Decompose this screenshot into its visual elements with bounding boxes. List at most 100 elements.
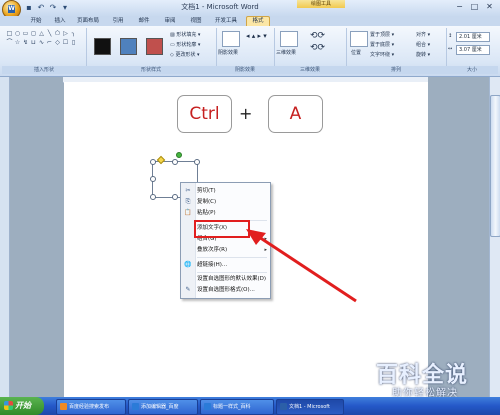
group-shadow-effects: 阴影效果 ◂ ▴ ▸ ▾ 阴影效果 [216, 28, 275, 74]
style-swatch-blue[interactable] [120, 38, 137, 55]
group-shape-styles: ▨ 形状填充 ▾ ▭ 形状轮廓 ▾ ◇ 更改形状 ▾ 形状样式 [86, 28, 217, 74]
group-button[interactable]: 组合 ▾ [416, 41, 430, 48]
tab-view[interactable]: 视图 [186, 17, 206, 26]
position-button[interactable]: 位置 [351, 49, 361, 56]
taskbar-item[interactable]: 标题一样式_百科 [200, 399, 274, 415]
menu-item-cut[interactable]: ✂ 剪切(T) [181, 186, 270, 196]
send-to-back-button[interactable]: 置于底层 ▾ [370, 41, 394, 48]
annotation-arrow-head [246, 229, 266, 245]
shape-option-icon[interactable]: ⬠ [54, 31, 61, 37]
window-title: 文档1 - Microsoft Word [181, 3, 259, 11]
plus-sign: + [239, 104, 253, 123]
taskbar-item[interactable]: 百度经验搜索发布 [56, 399, 126, 415]
shadow-effects-button[interactable]: 阴影效果 [218, 49, 238, 56]
shape-option-icon[interactable]: ⊔ [30, 40, 37, 46]
resize-handle-icon[interactable] [194, 159, 200, 165]
group-size: ↕ 2.01 厘米 ↔ 3.07 厘米 大小 [446, 28, 498, 74]
paste-icon: 📋 [184, 209, 192, 216]
maximize-button[interactable]: □ [467, 1, 482, 12]
quick-access-dropdown-icon[interactable]: ▾ [60, 3, 70, 13]
undo-icon[interactable]: ↶ [36, 3, 46, 13]
group-insert-shapes: □ ○ ▭ ◻ △ ╲ ⬠ ▷ ╮ ⌒ ☆ ↯ ⊔ ∿ ⌐ ◇ ☐ ▯ 插入形状 [2, 28, 87, 74]
shape-option-icon[interactable]: ☐ [62, 40, 69, 46]
shadow-effects-icon[interactable] [222, 31, 240, 47]
group-label: 三维效果 [274, 66, 346, 74]
width-input[interactable]: 3.07 厘米 [456, 45, 490, 55]
rotation-handle-icon[interactable] [176, 152, 182, 158]
shape-option-icon[interactable]: ▯ [70, 40, 77, 46]
shape-option-icon[interactable]: ↯ [22, 40, 29, 46]
group-arrange: 位置 置于顶层 ▾ 置于底层 ▾ 文字环绕 ▾ 对齐 ▾ 组合 ▾ 旋转 ▾ 排… [346, 28, 447, 74]
position-icon[interactable] [350, 31, 368, 47]
tab-format[interactable]: 格式 [246, 16, 270, 26]
shape-outline-button[interactable]: ▭ 形状轮廓 ▾ [170, 41, 200, 48]
tab-review[interactable]: 审阅 [160, 17, 180, 26]
shape-option-icon[interactable]: ○ [14, 31, 21, 37]
keycap-ctrl: Ctrl [177, 95, 232, 133]
resize-handle-icon[interactable] [150, 159, 156, 165]
annotation-arrow-line [255, 233, 357, 303]
redo-icon[interactable]: ↷ [48, 3, 58, 13]
browser-icon [204, 403, 211, 410]
tab-insert[interactable]: 插入 [50, 17, 70, 26]
format-shape-icon: ✎ [185, 286, 191, 293]
shape-option-icon[interactable]: ◻ [30, 31, 37, 37]
group-label: 形状样式 [86, 66, 216, 74]
menu-item-copy[interactable]: ⎘ 复制(C) [181, 197, 270, 207]
shape-option-icon[interactable]: ╮ [70, 31, 77, 37]
browser-icon [132, 403, 139, 410]
minimize-button[interactable]: − [452, 1, 467, 12]
resize-handle-icon[interactable] [172, 194, 178, 200]
tab-references[interactable]: 引用 [108, 17, 128, 26]
height-input[interactable]: 2.01 厘米 [456, 32, 490, 42]
save-icon[interactable]: ▪ [24, 3, 34, 13]
tab-mailings[interactable]: 邮件 [134, 17, 154, 26]
group-label: 插入形状 [2, 66, 86, 74]
tab-developer[interactable]: 开发工具 [212, 17, 240, 26]
text-wrapping-button[interactable]: 文字环绕 ▾ [370, 51, 394, 58]
group-label: 大小 [446, 66, 498, 74]
resize-handle-icon[interactable] [172, 159, 178, 165]
align-button[interactable]: 对齐 ▾ [416, 31, 430, 38]
taskbar-item[interactable]: 添加编辑器_百度 [128, 399, 198, 415]
resize-handle-icon[interactable] [150, 194, 156, 200]
style-swatch-red[interactable] [146, 38, 163, 55]
menu-item-paste[interactable]: 📋 粘贴(P) [181, 208, 270, 218]
windows-logo-icon [4, 401, 13, 410]
taskbar-item-active[interactable]: 文档1 - Microsoft [276, 399, 344, 415]
shape-option-icon[interactable]: ⌒ [6, 40, 13, 46]
resize-handle-icon[interactable] [150, 176, 156, 182]
shape-option-icon[interactable]: ∿ [38, 40, 45, 46]
start-button[interactable]: 开始 [0, 397, 44, 415]
height-icon: ↕ [448, 33, 453, 39]
shape-option-icon[interactable]: ⌐ [46, 40, 53, 46]
word-logo-icon: W [8, 5, 15, 13]
change-shape-button[interactable]: ◇ 更改形状 ▾ [170, 51, 200, 58]
close-button[interactable]: ✕ [482, 1, 497, 12]
shape-option-icon[interactable]: ◇ [54, 40, 61, 46]
hyperlink-icon: 🌐 [184, 261, 192, 268]
style-swatch-black[interactable] [94, 38, 111, 55]
shape-option-icon[interactable]: △ [38, 31, 45, 37]
drawing-tools-header: 绘图工具 [297, 0, 345, 8]
keycap-a: A [268, 95, 323, 133]
rotate-button[interactable]: 旋转 ▾ [416, 51, 430, 58]
word-icon [280, 403, 287, 410]
shadow-nudge-icon[interactable]: ◂ ▴ ▸ ▾ [246, 32, 267, 40]
3d-effects-button[interactable]: 三维效果 [276, 49, 296, 56]
shape-option-icon[interactable]: ▭ [22, 31, 29, 37]
3d-tilt-icons[interactable]: ⟲⟳ [310, 31, 325, 41]
group-label: 排列 [346, 66, 446, 74]
bring-to-front-button[interactable]: 置于顶层 ▾ [370, 31, 394, 38]
shape-option-icon[interactable]: ▷ [62, 31, 69, 37]
shape-option-icon[interactable]: ╲ [46, 31, 53, 37]
shape-option-icon[interactable]: ☆ [14, 40, 21, 46]
scrollbar-thumb[interactable] [490, 95, 500, 237]
shape-fill-button[interactable]: ▨ 形状填充 ▾ [170, 31, 200, 38]
tab-home[interactable]: 开始 [26, 17, 46, 26]
shape-option-icon[interactable]: □ [6, 31, 13, 37]
tab-page-layout[interactable]: 页面布局 [74, 17, 102, 26]
group-3d-effects: 三维效果 ⟲⟳ ⟲⟳ 三维效果 [274, 28, 347, 74]
3d-effects-icon[interactable] [280, 31, 298, 47]
3d-tilt-icons-2[interactable]: ⟲⟳ [310, 43, 325, 53]
